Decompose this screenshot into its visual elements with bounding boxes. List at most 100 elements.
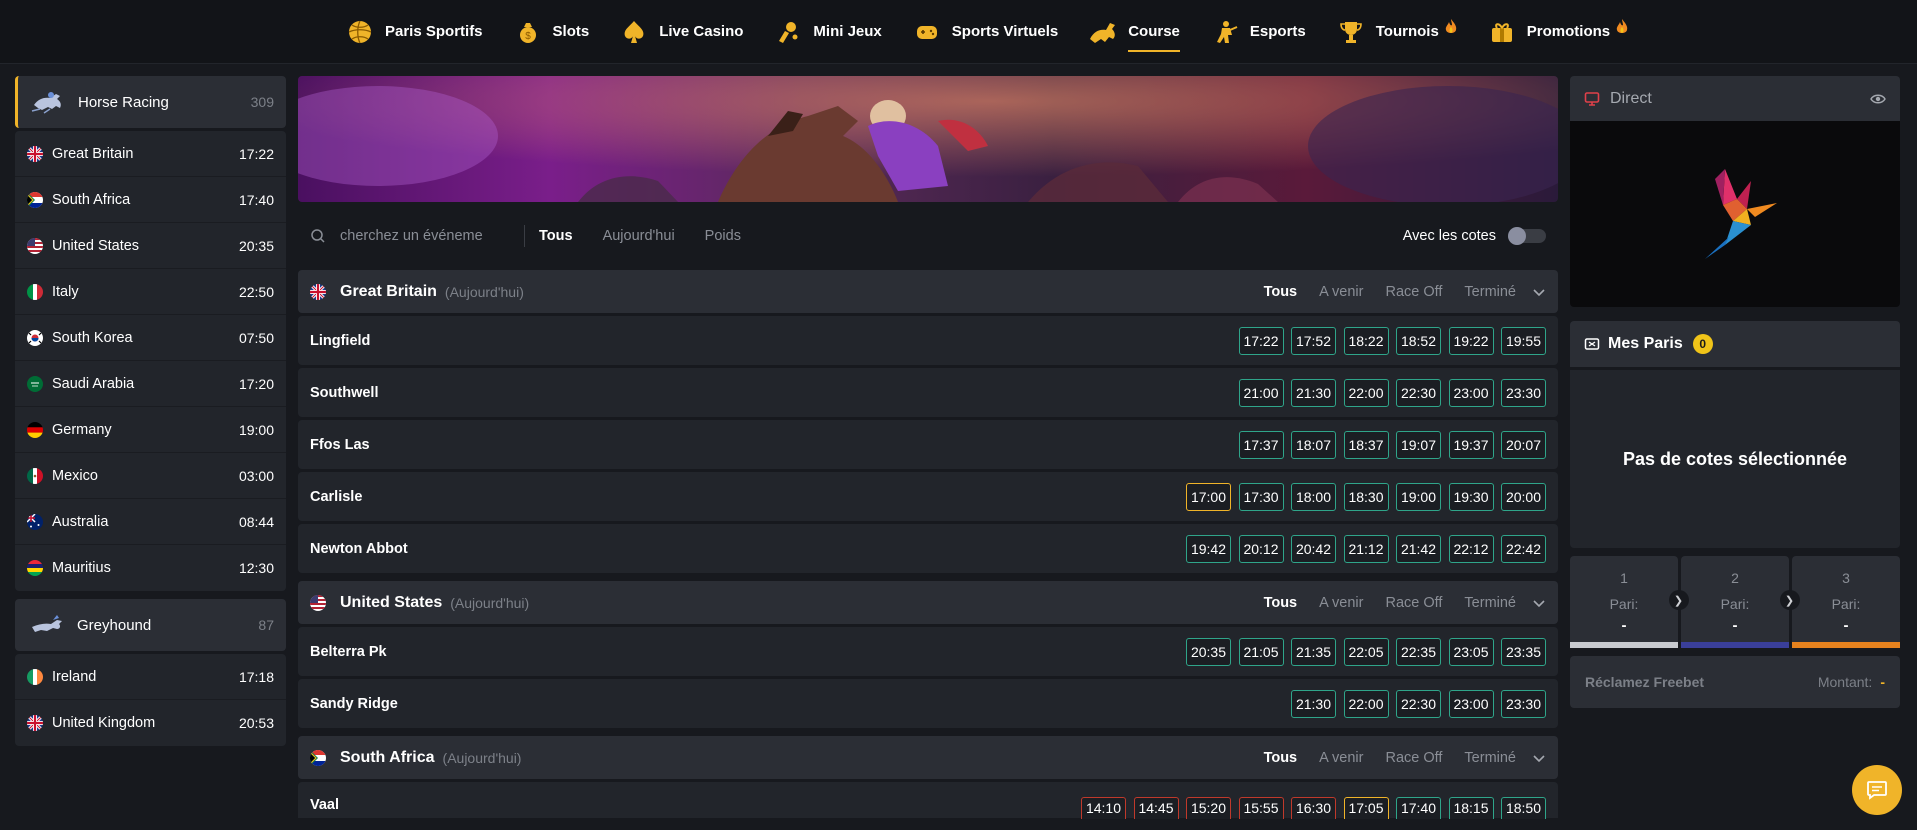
section-tab-race-off[interactable]: Race Off [1385, 750, 1442, 766]
race-time-button[interactable]: 16:30 [1291, 797, 1336, 819]
race-time-button[interactable]: 17:00 [1186, 482, 1231, 511]
section-tab-terminé[interactable]: Terminé [1464, 595, 1516, 611]
race-time-button[interactable]: 18:00 [1291, 482, 1336, 511]
freebet-bar[interactable]: Réclamez Freebet Montant: - [1570, 656, 1900, 708]
race-time-button[interactable]: 17:22 [1238, 326, 1284, 355]
race-venue-name[interactable]: Belterra Pk [310, 644, 1179, 660]
sidebar-item-australia[interactable]: Australia 08:44 [15, 499, 286, 545]
nav-item-tournois[interactable]: Tournois [1336, 0, 1457, 64]
section-tab-terminé[interactable]: Terminé [1464, 284, 1516, 300]
sidebar-item-great-britain[interactable]: Great Britain 17:22 [15, 131, 286, 177]
race-venue-name[interactable]: Southwell [310, 385, 1231, 401]
sidebar-item-saudi-arabia[interactable]: Saudi Arabia 17:20 [15, 361, 286, 407]
race-time-button[interactable]: 21:12 [1343, 534, 1389, 563]
search-input[interactable] [340, 228, 510, 244]
race-time-button[interactable]: 18:37 [1343, 430, 1389, 459]
chevron-down-icon[interactable] [1532, 596, 1546, 610]
race-time-button[interactable]: 17:52 [1291, 326, 1336, 355]
sidebar-item-italy[interactable]: Italy 22:50 [15, 269, 286, 315]
race-time-button[interactable]: 18:07 [1291, 430, 1336, 459]
sidebar-item-mauritius[interactable]: Mauritius 12:30 [15, 545, 286, 591]
race-time-button[interactable]: 15:20 [1186, 797, 1231, 819]
race-time-button[interactable]: 21:30 [1291, 378, 1336, 407]
nav-item-sports-virtuels[interactable]: Sports Virtuels [912, 0, 1058, 64]
horse-racing-banner[interactable] [298, 76, 1558, 202]
race-venue-name[interactable]: Vaal [310, 797, 1074, 813]
bet-step-2[interactable]: 2 Pari: - [1681, 556, 1789, 648]
race-time-button[interactable]: 15:55 [1238, 797, 1284, 819]
bet-step-1[interactable]: 1 Pari: - [1570, 556, 1678, 648]
race-venue-name[interactable]: Lingfield [310, 333, 1231, 349]
chevron-down-icon[interactable] [1532, 285, 1546, 299]
race-time-button[interactable]: 19:22 [1448, 326, 1494, 355]
race-time-button[interactable]: 22:30 [1396, 378, 1441, 407]
section-tab-tous[interactable]: Tous [1264, 284, 1298, 300]
race-time-button[interactable]: 19:37 [1448, 430, 1494, 459]
sidebar-header-greyhound[interactable]: Greyhound 87 [15, 599, 286, 651]
filter-tab-weight[interactable]: Poids [705, 228, 741, 244]
race-time-button[interactable]: 22:00 [1343, 689, 1389, 718]
section-tab-tous[interactable]: Tous [1264, 595, 1298, 611]
race-time-button[interactable]: 22:30 [1396, 689, 1441, 718]
odds-toggle[interactable] [1508, 227, 1546, 245]
nav-item-live-casino[interactable]: Live Casino [619, 0, 743, 64]
race-time-button[interactable]: 19:30 [1448, 482, 1494, 511]
section-tab-a-venir[interactable]: A venir [1319, 750, 1363, 766]
nav-item-slots[interactable]: $ Slots [513, 0, 589, 64]
freebet-label[interactable]: Réclamez Freebet [1585, 674, 1818, 690]
race-time-button[interactable]: 21:00 [1238, 378, 1284, 407]
section-tab-a-venir[interactable]: A venir [1319, 595, 1363, 611]
race-venue-name[interactable]: Newton Abbot [310, 541, 1179, 557]
race-time-button[interactable]: 22:12 [1448, 534, 1494, 563]
filter-tab-today[interactable]: Aujourd'hui [603, 228, 675, 244]
nav-item-mini-jeux[interactable]: Mini Jeux [773, 0, 882, 64]
section-tab-race-off[interactable]: Race Off [1385, 284, 1442, 300]
race-time-button[interactable]: 23:30 [1501, 378, 1546, 407]
section-tab-race-off[interactable]: Race Off [1385, 595, 1442, 611]
race-time-button[interactable]: 23:30 [1501, 689, 1546, 718]
section-tab-tous[interactable]: Tous [1264, 750, 1298, 766]
race-time-button[interactable]: 18:52 [1396, 326, 1441, 355]
sidebar-item-united-kingdom[interactable]: United Kingdom 20:53 [15, 700, 286, 746]
race-time-button[interactable]: 21:35 [1291, 637, 1336, 666]
race-time-button[interactable]: 19:42 [1186, 534, 1231, 563]
race-time-button[interactable]: 22:05 [1343, 637, 1389, 666]
race-time-button[interactable]: 18:30 [1343, 482, 1389, 511]
sidebar-item-ireland[interactable]: Ireland 17:18 [15, 654, 286, 700]
race-venue-name[interactable]: Ffos Las [310, 437, 1231, 453]
race-time-button[interactable]: 18:22 [1343, 326, 1389, 355]
race-time-button[interactable]: 23:00 [1448, 378, 1494, 407]
race-time-button[interactable]: 23:00 [1448, 689, 1494, 718]
nav-item-course[interactable]: Course [1088, 0, 1180, 64]
race-time-button[interactable]: 19:55 [1501, 326, 1546, 355]
eye-icon[interactable] [1870, 91, 1886, 107]
race-venue-name[interactable]: Carlisle [310, 489, 1179, 505]
race-time-button[interactable]: 19:00 [1396, 482, 1441, 511]
race-time-button[interactable]: 14:10 [1081, 797, 1126, 819]
filter-tab-all[interactable]: Tous [539, 228, 573, 244]
race-time-button[interactable]: 18:15 [1448, 797, 1494, 819]
race-time-button[interactable]: 20:42 [1291, 534, 1336, 563]
race-time-button[interactable]: 20:12 [1238, 534, 1284, 563]
race-time-button[interactable]: 23:05 [1448, 637, 1494, 666]
chat-button[interactable] [1852, 765, 1902, 815]
race-time-button[interactable]: 14:45 [1133, 797, 1179, 819]
race-time-button[interactable]: 21:42 [1396, 534, 1441, 563]
race-time-button[interactable]: 17:05 [1343, 797, 1389, 819]
race-time-button[interactable]: 22:00 [1343, 378, 1389, 407]
nav-item-paris-sportifs[interactable]: Paris Sportifs [345, 0, 483, 64]
race-venue-name[interactable]: Sandy Ridge [310, 696, 1284, 712]
nav-item-promotions[interactable]: Promotions [1487, 0, 1628, 64]
race-time-button[interactable]: 19:07 [1396, 430, 1441, 459]
section-tab-terminé[interactable]: Terminé [1464, 750, 1516, 766]
race-time-button[interactable]: 20:07 [1501, 430, 1546, 459]
sidebar-item-united-states[interactable]: United States 20:35 [15, 223, 286, 269]
sidebar-item-germany[interactable]: Germany 19:00 [15, 407, 286, 453]
race-time-button[interactable]: 22:35 [1396, 637, 1441, 666]
race-time-button[interactable]: 20:00 [1501, 482, 1546, 511]
race-time-button[interactable]: 18:50 [1501, 797, 1546, 819]
race-time-button[interactable]: 22:42 [1501, 534, 1546, 563]
chevron-down-icon[interactable] [1532, 751, 1546, 765]
sidebar-header-horse-racing[interactable]: Horse Racing 309 [15, 76, 286, 128]
sidebar-item-south-africa[interactable]: South Africa 17:40 [15, 177, 286, 223]
